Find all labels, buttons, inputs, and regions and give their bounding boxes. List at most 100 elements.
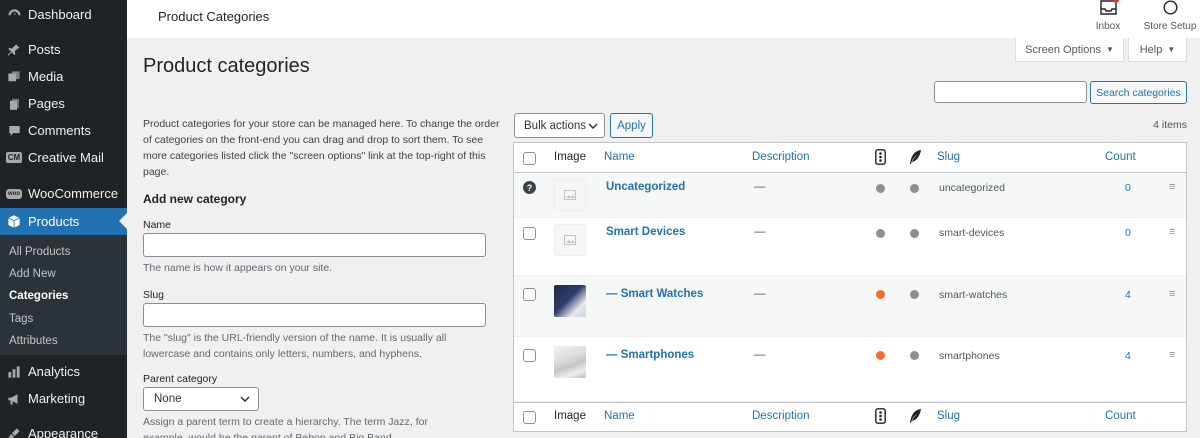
table-row: — Smartphones — smartphones 4 ≡ [514, 337, 1186, 402]
bulk-actions-select[interactable]: Bulk actions [514, 113, 605, 138]
submenu-add-new[interactable]: Add New [9, 268, 56, 280]
traffic-light-icon [875, 149, 886, 168]
category-thumbnail-placeholder [554, 224, 586, 256]
menu-marketing[interactable]: Marketing [0, 385, 127, 412]
category-description: — [754, 226, 766, 238]
menu-products[interactable]: Products [0, 208, 127, 235]
category-name-link[interactable]: Uncategorized [606, 181, 685, 193]
parent-category-value: None [154, 393, 182, 405]
column-count[interactable]: Count [1105, 151, 1136, 163]
select-all-checkbox[interactable] [523, 152, 536, 165]
menu-analytics[interactable]: Analytics [0, 358, 127, 385]
submenu-tags[interactable]: Tags [9, 313, 33, 325]
table-row: ? Uncategorized — uncategorized 0 ≡ [514, 173, 1186, 218]
select-all-checkbox-footer[interactable] [523, 411, 536, 424]
woocommerce-header: Product Categories Inbox Store Setup [127, 0, 1200, 38]
search-categories-input[interactable] [934, 81, 1087, 103]
menu-pages-label: Pages [28, 96, 65, 111]
menu-posts[interactable]: Posts [0, 36, 127, 63]
category-name-link[interactable]: Smart Devices [606, 226, 685, 238]
status-dot [876, 229, 885, 238]
chevron-down-icon [240, 393, 250, 405]
table-row: — Smart Watches — smart-watches 4 ≡ [514, 276, 1186, 337]
caret-down-icon: ▼ [1167, 45, 1176, 54]
category-slug: smartphones [939, 350, 1000, 362]
add-category-form: Product categories for your store can be… [143, 116, 499, 438]
items-count: 4 items [1153, 119, 1187, 131]
inbox-label: Inbox [1095, 21, 1121, 32]
media-icon [0, 70, 28, 84]
menu-media[interactable]: Media [0, 63, 127, 90]
slug-label: Slug [143, 289, 165, 301]
submenu-attributes[interactable]: Attributes [9, 335, 58, 347]
menu-appearance-label: Appearance [28, 426, 99, 438]
menu-dashboard[interactable]: Dashboard [0, 1, 127, 28]
name-field[interactable] [143, 233, 486, 257]
column-name[interactable]: Name [604, 151, 635, 163]
menu-woocommerce[interactable]: woo WooCommerce [0, 180, 127, 207]
feather-icon [908, 149, 922, 168]
page-title: Product categories [143, 55, 310, 77]
inbox-button[interactable]: Inbox [1090, 0, 1126, 38]
column-description[interactable]: Description [752, 151, 810, 163]
category-name-link[interactable]: — Smartphones [606, 349, 694, 361]
creative-mail-icon: CM [0, 152, 28, 163]
drag-handle-icon[interactable]: ≡ [1169, 349, 1175, 361]
pages-icon [0, 97, 28, 111]
drag-handle-icon[interactable]: ≡ [1169, 226, 1175, 238]
row-checkbox[interactable] [523, 288, 536, 301]
menu-marketing-label: Marketing [28, 391, 86, 406]
category-slug: smart-watches [939, 289, 1008, 301]
menu-creative-mail-label: Creative Mail [28, 150, 104, 165]
parent-category-hint: Assign a parent term to create a hierarc… [143, 416, 428, 438]
category-name-link[interactable]: — Smart Watches [606, 288, 703, 300]
column-slug[interactable]: Slug [937, 151, 960, 163]
apply-button[interactable]: Apply [610, 113, 653, 138]
inbox-icon [1099, 0, 1119, 18]
category-thumbnail-placeholder [554, 179, 586, 211]
chevron-down-icon [588, 120, 598, 132]
drag-handle-icon[interactable]: ≡ [1169, 181, 1175, 193]
screen-options-button[interactable]: Screen Options ▼ [1015, 38, 1124, 62]
slug-field[interactable] [143, 303, 486, 327]
menu-appearance[interactable]: Appearance [0, 420, 127, 438]
status-dot [876, 184, 885, 193]
column-image: Image [554, 410, 586, 422]
column-description[interactable]: Description [752, 410, 810, 422]
category-count-link[interactable]: 4 [1125, 289, 1131, 301]
row-checkbox[interactable] [523, 349, 536, 362]
menu-pages[interactable]: Pages [0, 90, 127, 117]
menu-comments[interactable]: Comments [0, 117, 127, 144]
column-name[interactable]: Name [604, 410, 635, 422]
column-count[interactable]: Count [1105, 410, 1136, 422]
parent-category-select[interactable]: None [143, 387, 259, 411]
menu-creative-mail[interactable]: CM Creative Mail [0, 144, 127, 171]
brush-icon [0, 427, 28, 438]
status-dot [876, 290, 885, 299]
submenu-all-products[interactable]: All Products [9, 246, 70, 258]
category-slug: smart-devices [939, 227, 1005, 239]
store-setup-icon [1162, 0, 1178, 18]
smartphone-thumbnail [554, 346, 586, 378]
category-count-link[interactable]: 4 [1125, 350, 1131, 362]
help-button[interactable]: Help ▼ [1128, 38, 1187, 62]
status-dot [910, 184, 919, 193]
drag-handle-icon[interactable]: ≡ [1169, 288, 1175, 300]
category-description: — [754, 288, 766, 300]
category-count-link[interactable]: 0 [1125, 227, 1131, 239]
woocommerce-icon: woo [0, 188, 28, 199]
menu-dashboard-label: Dashboard [28, 7, 92, 22]
categories-table: Image Name Description Slug Count ? Unca… [513, 142, 1187, 432]
row-checkbox[interactable] [523, 227, 536, 240]
feather-icon [908, 408, 922, 427]
woocommerce-badge: woo [6, 188, 22, 199]
store-setup-button[interactable]: Store Setup [1141, 0, 1199, 38]
status-dot [876, 351, 885, 360]
traffic-light-icon [875, 408, 886, 427]
search-categories-button[interactable]: Search categories [1090, 81, 1187, 104]
smart-watch-thumbnail [554, 285, 586, 317]
submenu-categories[interactable]: Categories [9, 290, 68, 302]
name-label: Name [143, 219, 172, 231]
column-slug[interactable]: Slug [937, 410, 960, 422]
category-count-link[interactable]: 0 [1125, 182, 1131, 194]
